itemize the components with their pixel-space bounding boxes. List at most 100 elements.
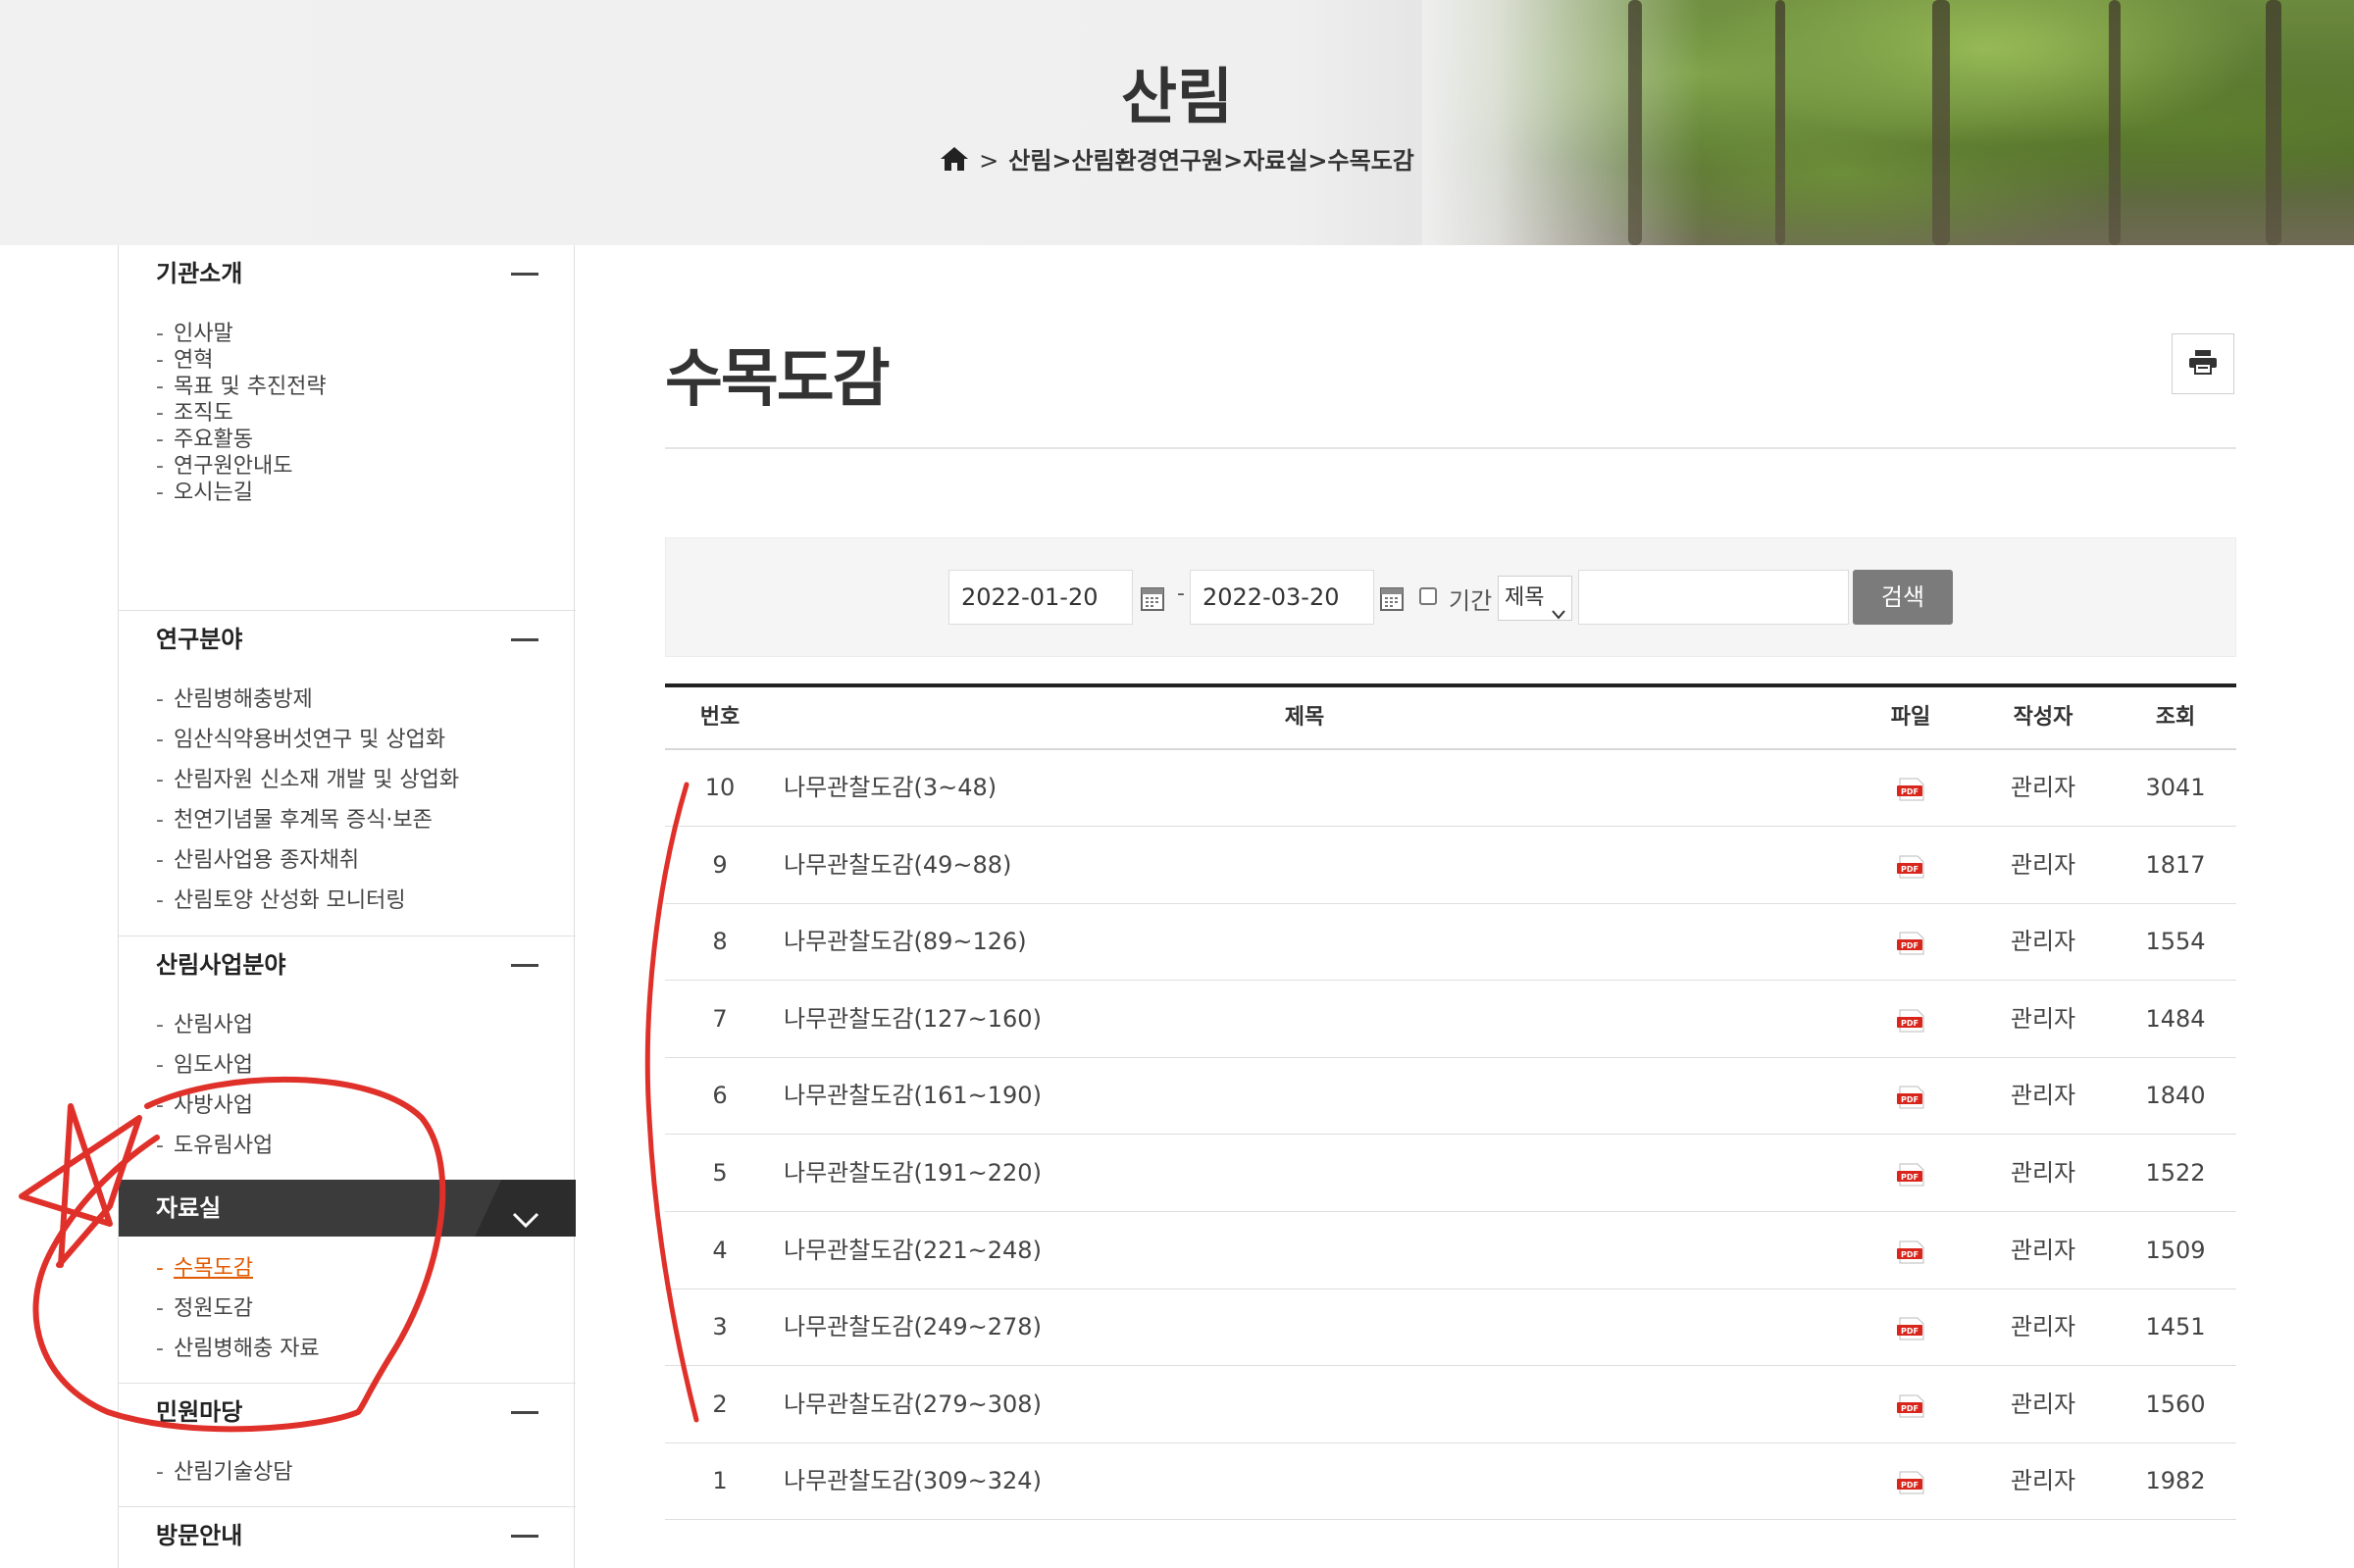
sidebar-group-label: 기관소개 bbox=[156, 260, 243, 287]
sidebar-group-label: 자료실 bbox=[156, 1194, 222, 1222]
pdf-file-icon[interactable]: PDF bbox=[1896, 778, 1925, 805]
end-date-input[interactable]: 2022-03-20 bbox=[1190, 570, 1374, 625]
search-panel: 2022-01-20 - 2022-03-20 기간 제목 검색 bbox=[665, 537, 2236, 657]
sidebar-item[interactable]: - 연구원안내도 bbox=[156, 452, 292, 481]
chevron-down-icon bbox=[1552, 592, 1565, 635]
sidebar-group-about[interactable]: 기관소개 bbox=[119, 245, 576, 302]
collapse-minus-icon[interactable] bbox=[511, 1411, 538, 1414]
sidebar-item[interactable]: - 사방사업 bbox=[156, 1091, 253, 1121]
table-row[interactable]: 4 나무관찰도감(221~248) PDF 관리자 1509 bbox=[665, 1213, 2236, 1290]
cell-no: 9 bbox=[712, 850, 728, 879]
cell-no: 10 bbox=[704, 774, 736, 801]
pdf-file-icon[interactable]: PDF bbox=[1896, 1317, 1925, 1344]
breadcrumb-path[interactable]: 산림>산림환경연구원>자료실>수목도감 bbox=[1008, 147, 1414, 175]
sidebar-item[interactable]: - 산림사업용 종자채취 bbox=[156, 846, 359, 876]
sidebar-group-research[interactable]: 연구분야 bbox=[119, 611, 576, 668]
sidebar-item[interactable]: - 주요활동 bbox=[156, 426, 253, 455]
sidebar-group-label: 민원마당 bbox=[156, 1398, 243, 1426]
chevron-down-icon[interactable] bbox=[511, 1195, 540, 1252]
select-value: 제목 bbox=[1505, 585, 1545, 610]
collapse-minus-icon[interactable] bbox=[511, 964, 538, 967]
pdf-badge-text: PDF bbox=[1901, 941, 1919, 950]
search-button[interactable]: 검색 bbox=[1853, 570, 1953, 625]
sidebar-item[interactable]: - 산림사업 bbox=[156, 1011, 253, 1040]
header-author: 작성자 bbox=[2013, 705, 2073, 730]
cell-title-link[interactable]: 나무관찰도감(221~248) bbox=[784, 1213, 1765, 1289]
header-views: 조회 bbox=[2155, 705, 2196, 730]
sidebar-item[interactable]: - 천연기념물 후계목 증식·보존 bbox=[156, 806, 433, 835]
pdf-badge-text: PDF bbox=[1901, 1404, 1919, 1413]
pdf-badge-text: PDF bbox=[1901, 1481, 1919, 1490]
sidebar-item[interactable]: - 연혁 bbox=[156, 346, 213, 376]
pdf-file-icon[interactable]: PDF bbox=[1896, 1394, 1925, 1422]
cell-title-link[interactable]: 나무관찰도감(89~126) bbox=[784, 904, 1765, 980]
cell-title-link[interactable]: 나무관찰도감(279~308) bbox=[784, 1367, 1765, 1442]
pdf-file-icon[interactable]: PDF bbox=[1896, 932, 1925, 959]
period-checkbox[interactable] bbox=[1419, 587, 1437, 605]
sidebar-item[interactable]: - 산림병해충 자료 bbox=[156, 1335, 320, 1364]
cell-title-link[interactable]: 나무관찰도감(127~160) bbox=[784, 982, 1765, 1057]
home-icon[interactable] bbox=[940, 146, 969, 177]
start-date-input[interactable]: 2022-01-20 bbox=[948, 570, 1133, 625]
calendar-icon[interactable] bbox=[1380, 585, 1404, 615]
sidebar-item[interactable]: - 임도사업 bbox=[156, 1051, 253, 1081]
pdf-badge-text: PDF bbox=[1901, 787, 1919, 796]
table-row[interactable]: 9 나무관찰도감(49~88) PDF 관리자 1817 bbox=[665, 828, 2236, 904]
sidebar-item[interactable]: - 도유림사업 bbox=[156, 1132, 273, 1161]
calendar-icon[interactable] bbox=[1141, 585, 1164, 615]
table-row[interactable]: 5 나무관찰도감(191~220) PDF 관리자 1522 bbox=[665, 1136, 2236, 1212]
table-row[interactable]: 3 나무관찰도감(249~278) PDF 관리자 1451 bbox=[665, 1290, 2236, 1367]
collapse-minus-icon[interactable] bbox=[511, 1535, 538, 1538]
print-button[interactable] bbox=[2172, 333, 2234, 394]
search-field-select[interactable]: 제목 bbox=[1498, 576, 1572, 621]
sidebar-group-visit[interactable]: 방문안내 bbox=[119, 1507, 576, 1564]
sidebar-item[interactable]: - 조직도 bbox=[156, 399, 233, 429]
pdf-file-icon[interactable]: PDF bbox=[1896, 1471, 1925, 1498]
cell-author: 관리자 bbox=[2010, 1159, 2076, 1187]
pdf-file-icon[interactable]: PDF bbox=[1896, 1086, 1925, 1113]
sidebar-item[interactable]: - 오시는길 bbox=[156, 479, 253, 508]
pdf-file-icon[interactable]: PDF bbox=[1896, 1240, 1925, 1268]
sidebar-group-archive[interactable]: 자료실 bbox=[119, 1180, 576, 1237]
sidebar-item[interactable]: - 정원도감 bbox=[156, 1294, 253, 1324]
cell-author: 관리자 bbox=[2010, 1004, 2076, 1033]
pdf-file-icon[interactable]: PDF bbox=[1896, 855, 1925, 883]
sidebar-item[interactable]: - 임산식약용버섯연구 및 상업화 bbox=[156, 726, 445, 755]
pdf-file-icon[interactable]: PDF bbox=[1896, 1163, 1925, 1190]
cell-views: 1840 bbox=[2145, 1082, 2206, 1110]
header-file: 파일 bbox=[1890, 705, 1931, 730]
table-header: 번호 제목 파일 작성자 조회 bbox=[665, 687, 2236, 750]
sidebar-item-current[interactable]: - 수목도감 bbox=[156, 1254, 253, 1284]
sidebar-item[interactable]: - 산림자원 신소재 개발 및 상업화 bbox=[156, 766, 459, 795]
table-row[interactable]: 1 나무관찰도감(309~324) PDF 관리자 1982 bbox=[665, 1443, 2236, 1521]
date-separator: - bbox=[1177, 582, 1185, 606]
table-row[interactable]: 7 나무관찰도감(127~160) PDF 관리자 1484 bbox=[665, 982, 2236, 1058]
cell-title-link[interactable]: 나무관찰도감(309~324) bbox=[784, 1443, 1765, 1519]
cell-title-link[interactable]: 나무관찰도감(249~278) bbox=[784, 1290, 1765, 1365]
sidebar-group-civil[interactable]: 민원마당 bbox=[119, 1384, 576, 1441]
table-row[interactable]: 2 나무관찰도감(279~308) PDF 관리자 1560 bbox=[665, 1367, 2236, 1443]
cell-title-link[interactable]: 나무관찰도감(3~48) bbox=[784, 750, 1765, 826]
sidebar-group-forestry-business[interactable]: 산림사업분야 bbox=[119, 936, 576, 993]
collapse-minus-icon[interactable] bbox=[511, 273, 538, 276]
cell-author: 관리자 bbox=[2010, 1390, 2076, 1418]
cell-title-link[interactable]: 나무관찰도감(191~220) bbox=[784, 1136, 1765, 1211]
cell-title-link[interactable]: 나무관찰도감(49~88) bbox=[784, 828, 1765, 903]
pdf-file-icon[interactable]: PDF bbox=[1896, 1009, 1925, 1037]
table-row[interactable]: 10 나무관찰도감(3~48) PDF 관리자 3041 bbox=[665, 750, 2236, 827]
table-row[interactable]: 6 나무관찰도감(161~190) PDF 관리자 1840 bbox=[665, 1058, 2236, 1136]
collapse-minus-icon[interactable] bbox=[511, 638, 538, 641]
sidebar-group-label: 산림사업분야 bbox=[156, 951, 286, 979]
cell-title-link[interactable]: 나무관찰도감(161~190) bbox=[784, 1058, 1765, 1134]
cell-no: 8 bbox=[712, 928, 728, 956]
sidebar-item[interactable]: - 산림토양 산성화 모니터링 bbox=[156, 886, 406, 916]
header-no: 번호 bbox=[699, 705, 741, 730]
cell-views: 1484 bbox=[2145, 1004, 2206, 1033]
cell-views: 1509 bbox=[2145, 1236, 2206, 1264]
sidebar-item[interactable]: - 인사말 bbox=[156, 320, 233, 349]
sidebar-item[interactable]: - 산림병해충방제 bbox=[156, 685, 313, 715]
sidebar-item[interactable]: - 목표 및 추진전략 bbox=[156, 373, 327, 402]
table-row[interactable]: 8 나무관찰도감(89~126) PDF 관리자 1554 bbox=[665, 904, 2236, 982]
search-keyword-input[interactable] bbox=[1578, 570, 1849, 625]
sidebar-item[interactable]: - 산림기술상담 bbox=[156, 1458, 292, 1488]
